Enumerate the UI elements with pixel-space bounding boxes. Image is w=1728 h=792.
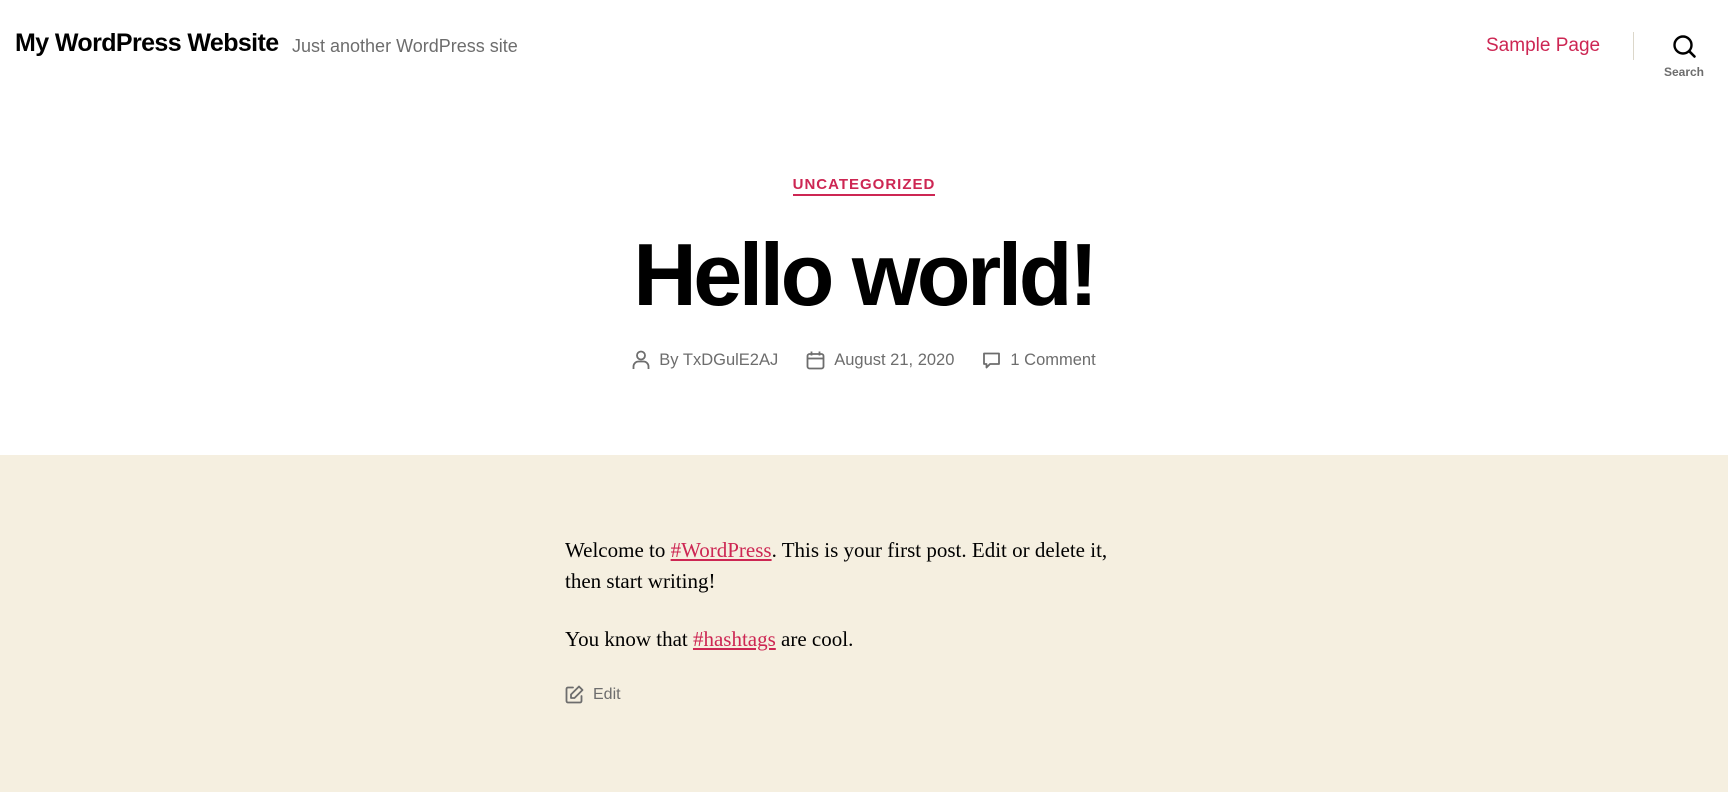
nav-divider	[1633, 32, 1634, 60]
author-link[interactable]: TxDGulE2AJ	[683, 351, 778, 369]
nav-item-sample-page[interactable]: Sample Page	[1486, 35, 1600, 57]
calendar-icon	[806, 351, 825, 369]
search-icon	[1673, 35, 1696, 58]
search-button[interactable]: Search	[1656, 32, 1712, 82]
hashtag-link-hashtags[interactable]: #hashtags	[693, 627, 776, 651]
post-title: Hello world!	[633, 225, 1098, 324]
site-header: My WordPress Website Just another WordPr…	[0, 0, 1728, 100]
comment-icon	[983, 352, 1001, 368]
hashtag-link-wordpress[interactable]: #WordPress	[671, 538, 772, 562]
edit-link[interactable]: Edit	[593, 686, 621, 704]
post-content-area: Welcome to #WordPress. This is your firs…	[0, 455, 1728, 792]
edit-icon	[565, 685, 584, 704]
paragraph: You know that #hashtags are cool.	[565, 624, 1125, 655]
text: Welcome to	[565, 538, 671, 562]
category-link[interactable]: UNCATEGORIZED	[792, 176, 936, 196]
edit-post: Edit	[565, 685, 621, 704]
site-tagline: Just another WordPress site	[292, 36, 518, 56]
search-label: Search	[1663, 65, 1705, 79]
post-meta: By TxDGulE2AJ August 21, 2020 1 Comment	[0, 350, 1728, 370]
post-content: Welcome to #WordPress. This is your firs…	[565, 535, 1125, 682]
comments-link[interactable]: 1 Comment	[1010, 351, 1095, 370]
user-icon	[632, 350, 650, 369]
site-title[interactable]: My WordPress Website	[15, 29, 279, 58]
text: are cool.	[775, 627, 854, 651]
paragraph: Welcome to #WordPress. This is your firs…	[565, 535, 1125, 597]
author-prefix: By	[659, 350, 679, 369]
post-comments: 1 Comment	[982, 350, 1096, 370]
text: You know that	[565, 627, 693, 651]
post-date: August 21, 2020	[806, 350, 954, 370]
post-category: UNCATEGORIZED	[0, 176, 1728, 196]
date-link[interactable]: August 21, 2020	[834, 351, 954, 370]
post-author: By TxDGulE2AJ	[632, 350, 778, 370]
entry-header: UNCATEGORIZED Hello world! By TxDGulE2AJ…	[0, 100, 1728, 455]
